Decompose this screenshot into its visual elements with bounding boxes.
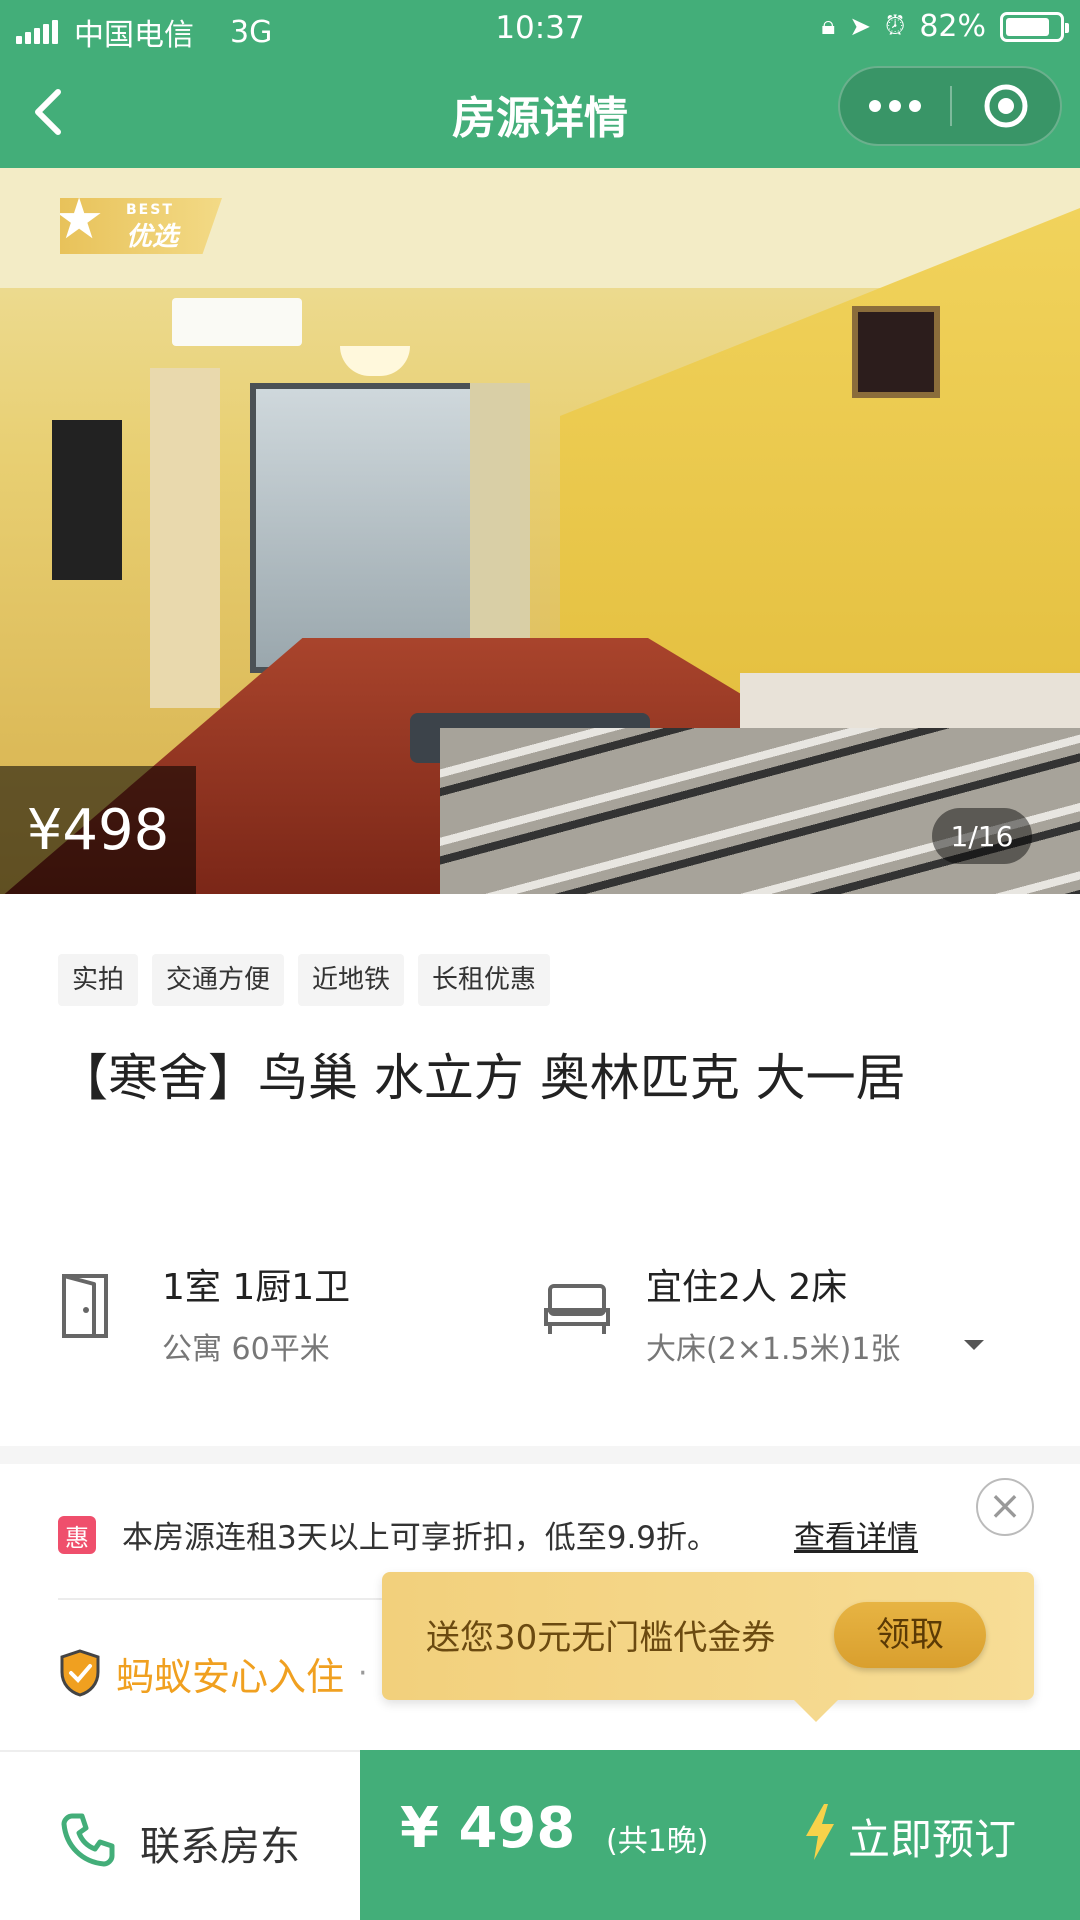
listing-title: 【寒舍】鸟巢 水立方 奥林匹克 大一居 xyxy=(58,1049,906,1107)
door-icon xyxy=(62,1274,108,1338)
best-pick-badge: ★ BEST 优选 xyxy=(60,198,222,254)
layout-main: 1室 1厨1卫 xyxy=(162,1267,351,1308)
claim-coupon-button[interactable]: 领取 xyxy=(834,1602,986,1668)
layout-sub: 公寓 60平米 xyxy=(162,1332,330,1367)
photo-curtain-left xyxy=(150,368,220,708)
target-circle-icon[interactable] xyxy=(952,83,1060,129)
photo-window xyxy=(250,383,480,673)
shield-check-icon xyxy=(60,1649,100,1697)
section-divider xyxy=(0,1446,1080,1464)
status-bar: 中国电信 3G 10:37 🔒︎ ➤ ⏰︎ 82% xyxy=(0,0,1080,56)
battery-icon xyxy=(1000,11,1069,42)
lightning-icon xyxy=(806,1804,834,1860)
location-arrow-icon: ➤ xyxy=(849,11,872,42)
beds-main: 宜住2人 2床 xyxy=(646,1267,848,1308)
promo-detail-link[interactable]: 查看详情 xyxy=(794,1512,918,1557)
safe-checkin[interactable]: 蚂蚁安心入住 · xyxy=(58,1648,368,1699)
photo-price-tag: ¥498 xyxy=(0,766,196,894)
alarm-icon: ⏰︎ xyxy=(885,11,906,41)
contact-host-label: 联系房东 xyxy=(140,1824,300,1870)
beds-sub: 大床(2×1.5米)1张 xyxy=(646,1332,901,1367)
more-dots-icon[interactable] xyxy=(840,100,950,112)
tag-item: 近地铁 xyxy=(298,954,405,1006)
battery-percent: 82% xyxy=(919,9,986,44)
tag-item: 长租优惠 xyxy=(418,954,551,1006)
phone-icon xyxy=(61,1813,115,1867)
photo-ceiling-lamp xyxy=(340,346,410,376)
book-now-label: 立即预订 xyxy=(848,1815,1017,1864)
coupon-popup: 送您30元无门槛代金券 领取 xyxy=(382,1572,1034,1722)
coupon-text: 送您30元无门槛代金券 xyxy=(426,1618,776,1658)
bed-icon xyxy=(544,1284,610,1334)
bottom-action-bar: 联系房东 ¥ 498 (共1晚) 立即预订 xyxy=(0,1750,1080,1920)
tag-item: 实拍 xyxy=(58,954,139,1006)
nights-count: (共1晚) xyxy=(606,1824,709,1859)
mini-program-capsule xyxy=(838,66,1062,146)
star-icon: ★ xyxy=(54,187,105,252)
badge-cn-label: 优选 xyxy=(126,222,179,252)
chevron-down-icon[interactable] xyxy=(964,1340,984,1350)
nav-bar: 房源详情 xyxy=(0,56,1080,168)
safe-checkin-label: 蚂蚁安心入住 xyxy=(116,1654,345,1699)
tag-item: 交通方便 xyxy=(152,954,285,1006)
promo-text: 本房源连租3天以上可享折扣，低至9.9折。 xyxy=(122,1520,719,1556)
top-bar: 中国电信 3G 10:37 🔒︎ ➤ ⏰︎ 82% 房源详情 xyxy=(0,0,1080,168)
room-specs: 1室 1厨1卫 公寓 60平米 宜住2人 2床 大床(2×1.5米)1张 xyxy=(58,1258,1018,1378)
photo-wall-picture xyxy=(852,306,940,398)
total-price: ¥ 498 xyxy=(400,1796,576,1861)
room-photo[interactable]: ★ BEST 优选 ¥498 1/16 xyxy=(0,168,1080,894)
rotation-lock-icon: 🔒︎ xyxy=(821,11,836,41)
discount-promo: 惠 本房源连租3天以上可享折扣，低至9.9折。 查看详情 xyxy=(58,1500,1018,1570)
discount-badge: 惠 xyxy=(58,1516,96,1554)
book-now-button[interactable]: ¥ 498 (共1晚) 立即预订 xyxy=(360,1750,1080,1920)
photo-counter: 1/16 xyxy=(932,808,1032,864)
close-icon[interactable]: × xyxy=(976,1478,1034,1536)
safe-separator: · xyxy=(358,1655,368,1691)
photo-tv xyxy=(52,420,122,580)
contact-host-button[interactable]: 联系房东 xyxy=(0,1750,360,1920)
photo-air-conditioner xyxy=(172,298,302,346)
feature-tags: 实拍 交通方便 近地铁 长租优惠 xyxy=(58,954,551,1006)
